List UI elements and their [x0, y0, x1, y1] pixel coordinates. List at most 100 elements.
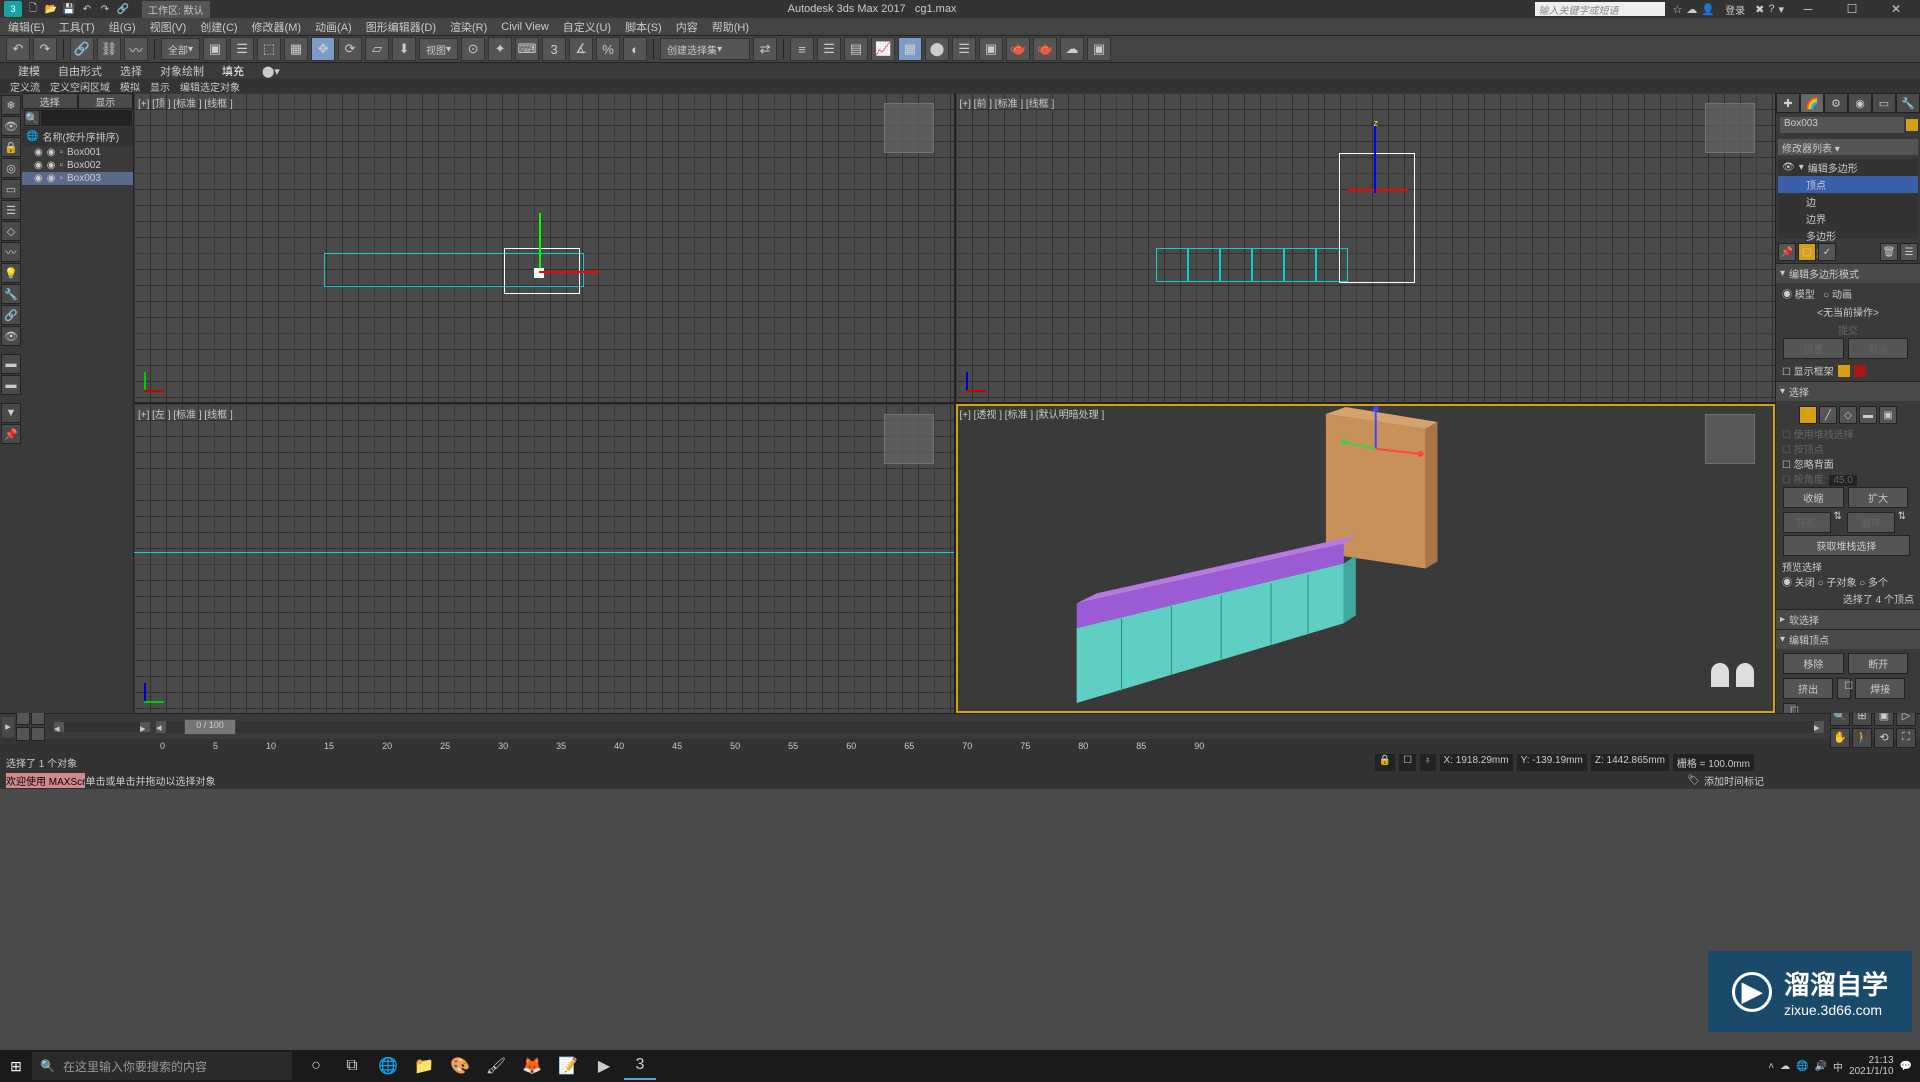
curve-editor-button[interactable]: 📈	[871, 37, 895, 61]
material-editor-button[interactable]: ⬤	[925, 37, 949, 61]
render-iterative-button[interactable]: 🫖	[1033, 37, 1057, 61]
preview-off-radio[interactable]: ◉ 关闭	[1782, 578, 1815, 589]
ime-icon[interactable]: 中	[1833, 1059, 1843, 1074]
visibility-icon[interactable]: ◉	[34, 160, 43, 171]
select-by-name-button[interactable]: ☰	[230, 37, 254, 61]
subribbon-define-flow[interactable]: 定义流	[10, 79, 40, 94]
freeze-toggle-icon[interactable]: ◉	[47, 160, 56, 171]
render-setup-button[interactable]: ☰	[952, 37, 976, 61]
rectangular-region-button[interactable]: ⬚	[257, 37, 281, 61]
viewport-left[interactable]: [+] [左 ] [标准 ] [线框 ]	[134, 404, 954, 713]
select-move-button[interactable]: ✥	[311, 37, 335, 61]
show-frozen-icon[interactable]: ❄	[1, 95, 21, 115]
extrude-button[interactable]: 挤出	[1783, 678, 1833, 699]
menu-content[interactable]: 内容	[676, 19, 698, 35]
scene-sort-header[interactable]: 🌐 名称(按升序排序)	[22, 127, 133, 146]
sub-element-icon[interactable]: ▣	[1879, 406, 1897, 424]
time-slider[interactable]: 0 / 100 ◂ ▸	[156, 721, 1824, 733]
scene-search-icon[interactable]: 🔍	[24, 110, 40, 126]
menu-edit[interactable]: 编辑(E)	[8, 19, 45, 35]
taskbar-clock[interactable]: 21:13 2021/1/10	[1849, 1055, 1894, 1077]
visibility-icon[interactable]: ◉	[34, 173, 43, 184]
display-floater-icon[interactable]: ◇	[1, 221, 21, 241]
help-search-input[interactable]: 输入关键字或短语	[1535, 2, 1665, 16]
firefox-icon[interactable]: 🦊	[516, 1052, 548, 1080]
walk-icon[interactable]: 🚶	[1852, 728, 1872, 748]
mode-model-radio[interactable]: ◉ 模型	[1782, 290, 1815, 301]
selection-filter-dropdown[interactable]: 全部 ▾	[161, 38, 200, 60]
time-ruler[interactable]: 0510 152025 303540 455055 606570 758085 …	[0, 739, 1920, 753]
hierarchy-tab-icon[interactable]: ⚙	[1824, 93, 1848, 113]
orbit-icon[interactable]: ⟲	[1874, 728, 1894, 748]
menu-modifiers[interactable]: 修改器(M)	[252, 19, 302, 35]
app-palette-icon[interactable]: 🖌	[480, 1052, 512, 1080]
viewcube-front[interactable]	[1705, 103, 1755, 153]
freeze-toggle-icon[interactable]: ◉	[47, 147, 56, 158]
link-icon[interactable]: 🔗	[116, 2, 130, 16]
rollout-soft-selection[interactable]: ▸ 软选择	[1776, 609, 1920, 629]
pan-icon[interactable]: ✋	[1830, 728, 1850, 748]
modifier-list-dropdown[interactable]: 修改器列表 ▾	[1778, 139, 1918, 155]
preview-subobj-radio[interactable]: ○ 子对象	[1818, 578, 1857, 589]
wave-icon[interactable]: 〰	[1, 242, 21, 262]
stack-sub-polygon[interactable]: 多边形	[1778, 227, 1918, 244]
percent-snap-button[interactable]: %	[596, 37, 620, 61]
eye-icon[interactable]: 👁	[1, 326, 21, 346]
snap-toggle-button[interactable]: 3	[542, 37, 566, 61]
rendered-frame-button[interactable]: ▣	[979, 37, 1003, 61]
hide-icon[interactable]: 👁	[1, 116, 21, 136]
eye-icon[interactable]: 👁	[1782, 162, 1795, 173]
menu-civil-view[interactable]: Civil View	[501, 21, 548, 33]
viewcube-top[interactable]	[884, 103, 934, 153]
grow-button[interactable]: 扩大	[1848, 487, 1909, 508]
modify-tab-icon[interactable]: 🌈	[1800, 93, 1824, 113]
weld-button[interactable]: 焊接	[1855, 678, 1905, 699]
menu-customize[interactable]: 自定义(U)	[563, 19, 611, 35]
open-icon[interactable]: 📂	[44, 2, 58, 16]
schematic-view-button[interactable]: ▦	[898, 37, 922, 61]
menu-create[interactable]: 创建(C)	[200, 19, 237, 35]
save-icon[interactable]: 💾	[62, 2, 76, 16]
pin-icon[interactable]: 📌	[1, 424, 21, 444]
pin-stack-icon[interactable]: 📌	[1778, 243, 1796, 261]
ribbon-tab-selection[interactable]: 选择	[120, 63, 142, 79]
stack-sub-border[interactable]: 边界	[1778, 210, 1918, 227]
mode-anim-radio[interactable]: ○ 动画	[1823, 290, 1852, 301]
scene-item-box001[interactable]: ◉ ◉ ▫ Box001	[22, 146, 133, 159]
undo-button[interactable]: ↶	[6, 37, 30, 61]
x-coord-input[interactable]: X: 1918.29mm	[1440, 754, 1513, 771]
menu-group[interactable]: 组(G)	[109, 19, 136, 35]
scene-item-box003[interactable]: ◉ ◉ ▫ Box003	[22, 172, 133, 185]
shrink-button[interactable]: 收缩	[1783, 487, 1844, 508]
cage-color-2[interactable]	[1854, 365, 1866, 377]
viewport-top-label[interactable]: [+] [顶 ] [标准 ] [线框 ]	[138, 95, 233, 110]
link-tool-icon[interactable]: 🔗	[1, 305, 21, 325]
render-in-cloud-button[interactable]: ☁	[1060, 37, 1084, 61]
object-color-swatch[interactable]	[1906, 119, 1918, 131]
remove-modifier-icon[interactable]: 🗑	[1880, 243, 1898, 261]
isolate-toggle-icon[interactable]: ☐	[1399, 754, 1416, 771]
minimize-button[interactable]: ─	[1788, 0, 1828, 18]
menu-rendering[interactable]: 渲染(R)	[450, 19, 487, 35]
configure-sets-icon[interactable]: ☰	[1900, 243, 1918, 261]
time-tag-icon[interactable]: 🏷	[1687, 775, 1700, 786]
get-stack-sel-button[interactable]: 获取堆栈选择	[1783, 535, 1910, 556]
task-view-icon[interactable]: ⧉	[336, 1052, 368, 1080]
app-generic-icon[interactable]: ▶	[588, 1052, 620, 1080]
break-button[interactable]: 断开	[1848, 653, 1909, 674]
ribbon-tab-populate[interactable]: 填充	[222, 63, 244, 79]
select-rotate-button[interactable]: ⟳	[338, 37, 362, 61]
unlink-button[interactable]: ⛓	[97, 37, 121, 61]
viewcube-left[interactable]	[884, 414, 934, 464]
notifications-icon[interactable]: 💬	[1900, 1061, 1912, 1072]
ribbon-tab-modeling[interactable]: 建模	[18, 63, 40, 79]
notes-icon[interactable]: 📝	[552, 1052, 584, 1080]
wrench-icon[interactable]: 🔧	[1, 284, 21, 304]
ref-coord-dropdown[interactable]: 视图 ▾	[419, 38, 458, 60]
track-expand-icon[interactable]: ▸	[2, 717, 14, 737]
make-unique-icon[interactable]: ✓	[1818, 243, 1836, 261]
angle-snap-button[interactable]: ∡	[569, 37, 593, 61]
sub-vertex-icon[interactable]: ⋮	[1799, 406, 1817, 424]
subribbon-define-idle[interactable]: 定义空闲区域	[50, 79, 110, 94]
new-icon[interactable]: 🗋	[26, 2, 40, 16]
